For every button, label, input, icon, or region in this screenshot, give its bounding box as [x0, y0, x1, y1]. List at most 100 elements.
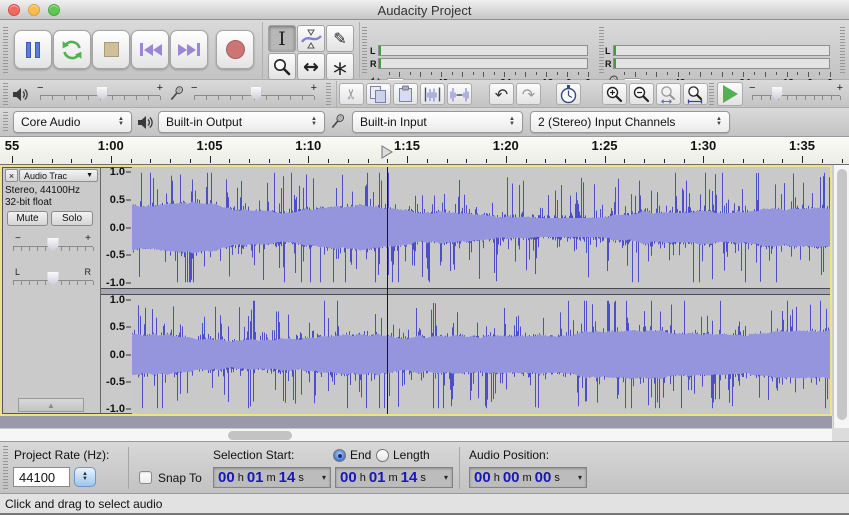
track-menu-button[interactable]: Audio Trac ▼	[19, 169, 98, 182]
audio-position-label: Audio Position:	[469, 448, 549, 462]
slider-tick	[77, 247, 78, 251]
field-dropdown-icon[interactable]: ▾	[578, 473, 582, 482]
solo-button[interactable]: Solo	[51, 211, 93, 226]
record-button[interactable]	[216, 30, 254, 69]
ruler-tick	[328, 159, 329, 163]
fit-project-icon	[686, 85, 705, 104]
transport-toolbar-grip[interactable]	[3, 27, 8, 73]
mixer-end-grip[interactable]	[326, 83, 331, 105]
project-rate-stepper[interactable]: ▲ ▼	[74, 467, 96, 487]
close-track-button[interactable]: ×	[5, 169, 18, 182]
track-gain-slider[interactable]: − +	[13, 234, 93, 254]
slider-tick	[21, 247, 22, 251]
selection-tool-icon: I	[278, 28, 286, 50]
silence-audio-button[interactable]	[447, 83, 472, 105]
zoom-out-button[interactable]	[629, 83, 654, 105]
slider-tick	[69, 281, 70, 285]
slider-tick	[761, 96, 762, 100]
timeline-ruler[interactable]: 551:001:051:101:151:201:251:301:35	[0, 137, 849, 165]
ruler-label: 1:20	[493, 138, 519, 153]
ruler-tick	[32, 159, 33, 163]
pause-button[interactable]	[14, 30, 52, 69]
device-toolbar-grip[interactable]	[3, 112, 8, 133]
waveform-right-channel[interactable]	[132, 295, 830, 414]
slider-tick	[796, 96, 797, 100]
zoom-in-button[interactable]	[602, 83, 627, 105]
amplitude-tick	[126, 408, 131, 409]
length-radio[interactable]	[376, 449, 389, 462]
vertical-scrollbar[interactable]	[833, 165, 849, 428]
output-volume-slider[interactable]: − +	[40, 83, 160, 103]
trim-audio-button[interactable]	[420, 83, 445, 105]
ruler-tick	[506, 156, 507, 163]
snap-to-checkbox[interactable]	[139, 471, 152, 484]
selection-tool-button[interactable]: I	[268, 25, 296, 52]
select-arrows-icon: ▲▼	[708, 117, 722, 127]
end-radio-label[interactable]: End	[350, 448, 371, 462]
ruler-tick	[229, 159, 230, 163]
ruler-tick	[664, 159, 665, 163]
recording-meter-grip[interactable]	[599, 27, 604, 73]
skip-to-end-button[interactable]	[170, 30, 208, 69]
input-volume-slider[interactable]: − +	[194, 83, 314, 103]
stop-button[interactable]	[92, 30, 130, 69]
paste-button[interactable]	[393, 83, 418, 105]
length-radio-label[interactable]: Length	[393, 448, 430, 462]
playback-meter-grip[interactable]	[362, 27, 367, 73]
fit-project-button[interactable]	[683, 83, 708, 105]
collapse-arrow-icon: ▲	[47, 401, 55, 410]
collapse-track-button[interactable]: ▲	[18, 398, 84, 412]
transcription-toolbar-grip[interactable]	[709, 83, 714, 105]
multi-tool-button[interactable]: *	[326, 53, 354, 80]
slider-tick	[194, 96, 195, 100]
skip-start-icon	[140, 43, 143, 56]
meter-tick	[389, 72, 390, 75]
selection-start-field[interactable]: 00h 01m 14s ▾	[213, 467, 331, 488]
slider-tick	[13, 247, 14, 251]
horizontal-scrollbar-thumb[interactable]	[228, 431, 292, 440]
vertical-scrollbar-thumb[interactable]	[837, 169, 847, 420]
envelope-tool-button[interactable]	[297, 25, 325, 52]
field-dropdown-icon[interactable]: ▾	[444, 473, 448, 482]
skip-to-start-button[interactable]	[131, 30, 169, 69]
cut-button[interactable]: ✂	[339, 83, 364, 105]
time-shift-tool-button[interactable]: ↔	[297, 53, 325, 80]
amplitude-ruler-left-channel[interactable]: 1.00.50.0-0.5-1.0	[101, 167, 132, 288]
end-radio[interactable]	[333, 449, 346, 462]
mixer-toolbar-grip[interactable]	[3, 83, 8, 105]
ruler-tick	[249, 159, 250, 163]
selection-toolbar-grip[interactable]	[3, 446, 8, 490]
meter-tick	[797, 72, 798, 75]
fit-selection-button[interactable]	[656, 83, 681, 105]
mute-button[interactable]: Mute	[7, 211, 48, 226]
field-dropdown-icon[interactable]: ▾	[322, 473, 326, 482]
ruler-tick	[308, 156, 309, 163]
track-pan-slider[interactable]: L R	[13, 268, 93, 288]
slider-tick	[52, 96, 53, 100]
ruler-label: 1:05	[196, 138, 222, 153]
play-loop-button[interactable]	[53, 30, 91, 69]
playback-speed-slider[interactable]: − +	[752, 83, 840, 103]
waveform-left-channel[interactable]	[132, 167, 830, 288]
play-at-speed-button[interactable]	[717, 82, 743, 106]
paste-icon	[396, 85, 415, 104]
track-name: Audio Trac	[24, 171, 67, 181]
copy-button[interactable]	[366, 83, 391, 105]
timer-record-button[interactable]	[556, 83, 581, 105]
zoom-tool-button[interactable]	[268, 53, 296, 80]
horizontal-scrollbar[interactable]	[0, 428, 832, 441]
project-rate-input[interactable]	[13, 467, 70, 487]
draw-tool-button[interactable]: ✎	[326, 25, 354, 52]
playback-meter-right-label: R	[370, 59, 377, 69]
output-device-select[interactable]: Built-in Output ▲▼	[158, 111, 325, 133]
input-channels-select[interactable]: 2 (Stereo) Input Channels ▲▼	[530, 111, 730, 133]
input-device-select[interactable]: Built-in Input ▲▼	[352, 111, 523, 133]
audio-host-select[interactable]: Core Audio ▲▼	[13, 111, 132, 133]
amplitude-ruler-right-channel[interactable]: 1.00.50.0-0.5-1.0	[101, 295, 132, 414]
recording-meter-bar-left	[613, 45, 830, 56]
redo-button[interactable]: ↷	[516, 83, 541, 105]
undo-button[interactable]: ↶	[489, 83, 514, 105]
audio-position-field[interactable]: 00h 00m 00s ▾	[469, 467, 587, 488]
selection-end-field[interactable]: 00h 01m 14s ▾	[335, 467, 453, 488]
row1-end-grip[interactable]	[840, 27, 845, 73]
